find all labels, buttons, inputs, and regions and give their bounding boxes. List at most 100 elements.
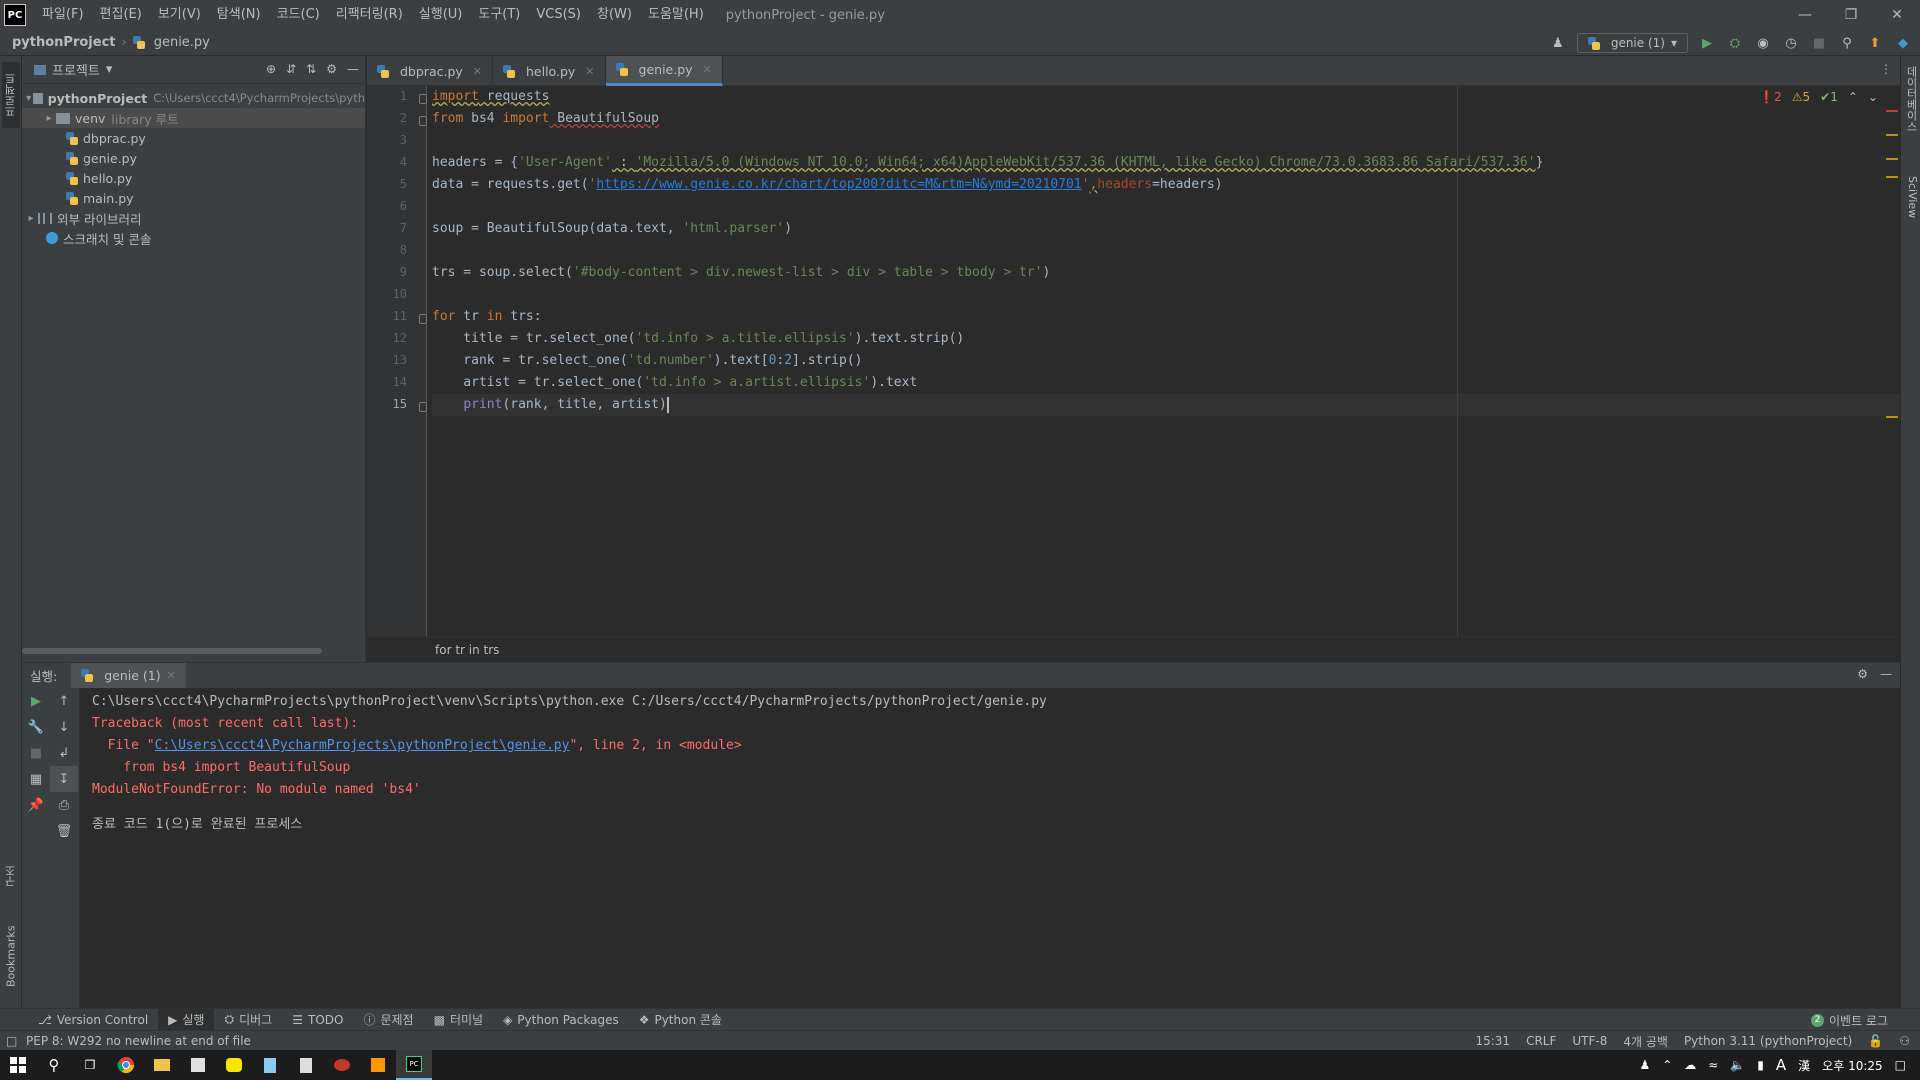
restore-icon[interactable]: ❐ (1828, 0, 1874, 30)
editor-breadcrumb[interactable]: for tr in trs (367, 636, 1900, 662)
pycharm-taskbar-icon[interactable]: PC (396, 1050, 432, 1080)
collapse-all-icon[interactable]: ⇅ (306, 62, 316, 76)
kakaotalk-icon[interactable] (216, 1050, 252, 1080)
menu-window[interactable]: 창(W) (589, 0, 640, 30)
breadcrumb-file[interactable]: genie.py (132, 35, 210, 50)
run-console[interactable]: C:\Users\ccct4\PycharmProjects\pythonPro… (80, 688, 1900, 1008)
chevron-right-icon[interactable]: ▸ (42, 113, 56, 124)
update-icon[interactable]: ⬆ (1866, 34, 1884, 52)
user-icon[interactable]: ♟ (1549, 34, 1567, 52)
indent-setting[interactable]: 4개 공백 (1623, 1033, 1668, 1050)
tree-item-file[interactable]: genie.py (22, 148, 365, 168)
fold-icon[interactable] (419, 116, 427, 126)
print-icon[interactable]: ⎙ (50, 792, 78, 818)
tree-item-external-libs[interactable]: ▸ 외부 라이브러리 (22, 208, 365, 228)
warning-marker[interactable] (1886, 158, 1898, 160)
traceback-file-link[interactable]: C:\Users\ccct4\PycharmProjects\pythonPro… (155, 738, 570, 753)
hide-icon[interactable]: — (347, 62, 359, 76)
gear-icon[interactable]: ⚙ (326, 62, 337, 76)
menu-tools[interactable]: 도구(T) (470, 0, 528, 30)
arrow-down-icon[interactable]: ↓ (50, 714, 78, 740)
tool-tab-problems[interactable]: ⓘ 문제점 (353, 1009, 423, 1031)
layout-icon[interactable]: ▦ (22, 766, 50, 792)
event-log-tab[interactable]: 2 이벤트 로그 (1810, 1009, 1888, 1031)
tree-item-file[interactable]: hello.py (22, 168, 365, 188)
close-icon[interactable]: ✕ (473, 65, 482, 78)
tree-item-file[interactable]: main.py (22, 188, 365, 208)
menu-run[interactable]: 실행(U) (411, 0, 471, 30)
menu-edit[interactable]: 편집(E) (92, 0, 150, 30)
app-icon[interactable] (180, 1050, 216, 1080)
error-count[interactable]: ❗2 (1759, 90, 1782, 104)
error-marker[interactable] (1886, 110, 1898, 112)
file-explorer-icon[interactable] (144, 1050, 180, 1080)
editor-breadcrumb-label[interactable]: for tr in trs (435, 643, 499, 657)
arrow-up-icon[interactable]: ↑ (50, 688, 78, 714)
inspection-widget[interactable]: ❗2 ⚠5 ✔1 ⌃ ⌄ (1759, 90, 1878, 104)
jetbrains-icon[interactable]: ◆ (1894, 34, 1912, 52)
people-icon[interactable]: ♟ (1639, 1058, 1650, 1072)
trash-icon[interactable]: 🗑 (50, 818, 78, 844)
lock-icon[interactable]: 🔓 (1868, 1034, 1883, 1048)
warning-marker[interactable] (1886, 134, 1898, 136)
warning-count[interactable]: ⚠5 (1792, 90, 1810, 104)
run-icon[interactable]: ▶ (1698, 34, 1716, 52)
close-icon[interactable]: ✕ (703, 63, 712, 76)
search-icon[interactable]: ⚲ (36, 1050, 72, 1080)
project-view-select[interactable]: 프로젝트 ▾ (34, 60, 112, 79)
project-horizontal-scrollbar[interactable] (22, 648, 322, 654)
expand-all-icon[interactable]: ⇵ (286, 62, 296, 76)
typo-count[interactable]: ✔1 (1820, 90, 1838, 104)
menu-vcs[interactable]: VCS(S) (528, 0, 589, 30)
editor-tab-genie[interactable]: genie.py ✕ (605, 56, 723, 86)
chevron-up-icon[interactable]: ⌃ (1662, 1058, 1672, 1072)
menu-view[interactable]: 보기(V) (150, 0, 209, 30)
inspector-icon[interactable]: ⚇ (1899, 1034, 1910, 1048)
tool-tab-terminal[interactable]: ▩ 터미널 (424, 1009, 493, 1031)
chevron-down-icon[interactable]: ▾ (24, 93, 33, 104)
warning-marker[interactable] (1886, 176, 1898, 178)
tree-item-scratches[interactable]: 스크래치 및 콘솔 (22, 228, 365, 248)
menu-help[interactable]: 도움말(H) (640, 0, 712, 30)
locate-icon[interactable]: ⊕ (266, 62, 276, 76)
cloud-icon[interactable]: ☁ (1684, 1058, 1696, 1072)
menu-navigate[interactable]: 탐색(N) (209, 0, 269, 30)
project-tool-tab[interactable]: 프로젝트 (2, 62, 20, 128)
wifi-icon[interactable]: ≈ (1708, 1058, 1718, 1072)
chrome-icon[interactable] (108, 1050, 144, 1080)
caret-position[interactable]: 15:31 (1475, 1034, 1510, 1048)
more-tabs-icon[interactable]: ⋮ (1880, 62, 1892, 76)
file-encoding[interactable]: UTF-8 (1572, 1034, 1607, 1048)
code-editor[interactable]: 1 2 3 4 5 6 7 8 9 10 11 12 13 14 15 impo… (367, 86, 1900, 636)
menu-refactor[interactable]: 리팩터링(R) (328, 0, 411, 30)
error-stripe[interactable] (1886, 86, 1898, 636)
database-tool-tab[interactable]: 데이터베이스 (1903, 66, 1919, 132)
python-interpreter[interactable]: Python 3.11 (pythonProject) (1684, 1034, 1852, 1048)
editor-gutter[interactable]: 1 2 3 4 5 6 7 8 9 10 11 12 13 14 15 (367, 86, 455, 636)
status-toggle-icon[interactable]: □ (6, 1034, 17, 1048)
close-icon[interactable]: ✕ (167, 669, 176, 682)
debug-icon[interactable]: ⛭ (1726, 34, 1744, 52)
windows-start-icon[interactable] (0, 1050, 36, 1080)
gear-icon[interactable]: ⚙ (1857, 667, 1868, 681)
tree-item-venv[interactable]: ▸ venv library 루트 (22, 108, 365, 128)
tool-tab-debug[interactable]: ⛭ 디버그 (214, 1009, 282, 1031)
menu-file[interactable]: 파일(F) (34, 0, 92, 30)
fold-icon[interactable] (419, 314, 427, 324)
soft-wrap-icon[interactable]: ↲ (50, 740, 78, 766)
rerun-icon[interactable]: ▶ (22, 688, 50, 714)
run-tab-genie[interactable]: genie (1) ✕ (71, 662, 186, 689)
code-area[interactable]: import requests from bs4 import Beautifu… (432, 86, 1900, 636)
close-icon[interactable]: ✕ (585, 65, 594, 78)
notepad-icon[interactable] (252, 1050, 288, 1080)
warning-marker[interactable] (1886, 416, 1898, 418)
stop-icon[interactable]: ■ (1810, 34, 1828, 52)
sublime-icon[interactable] (360, 1050, 396, 1080)
menu-code[interactable]: 코드(C) (269, 0, 328, 30)
stop-icon[interactable]: ■ (22, 740, 50, 766)
tree-item-root[interactable]: ▾ pythonProject C:\Users\ccct4\PycharmPr… (22, 88, 365, 108)
fold-icon[interactable] (419, 94, 427, 104)
sciview-tool-tab[interactable]: SciView (1903, 176, 1919, 218)
ime-hanja[interactable]: 漢 (1798, 1057, 1810, 1074)
chevron-down-icon[interactable]: ⌄ (1868, 90, 1878, 104)
